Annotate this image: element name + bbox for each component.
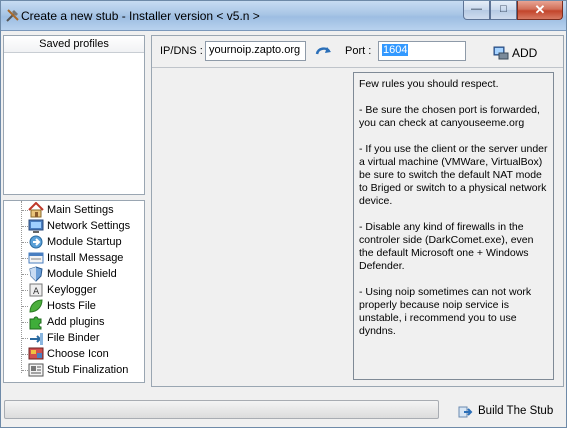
saved-profiles-list[interactable]: Saved profiles: [3, 35, 145, 195]
network-add-icon: [493, 46, 509, 60]
rules-paragraph: Few rules you should respect.: [359, 78, 499, 90]
minimize-button[interactable]: —: [463, 1, 490, 20]
nav-item-add-plugins[interactable]: Add plugins: [14, 314, 144, 330]
tools-icon: [6, 9, 19, 22]
nav-item-module-shield[interactable]: Module Shield: [14, 266, 144, 282]
keylogger-icon: A: [29, 283, 43, 297]
hosts-list-area[interactable]: [152, 69, 348, 386]
rules-paragraph: - Be sure the chosen port is forwarded, …: [359, 104, 540, 129]
minimize-icon: —: [471, 3, 482, 15]
nav-item-install-message[interactable]: Install Message: [14, 250, 144, 266]
title-bar[interactable]: Create a new stub - Installer version < …: [1, 1, 566, 31]
monitor-icon: [28, 219, 44, 233]
nav-item-hosts-file[interactable]: Hosts File: [14, 298, 144, 314]
nav-item-main-settings[interactable]: Main Settings: [14, 202, 144, 218]
saved-profiles-header: Saved profiles: [4, 36, 144, 53]
build-stub-label: Build The Stub: [478, 405, 554, 417]
leaf-icon: [29, 299, 43, 313]
nav-item-file-binder[interactable]: File Binder: [14, 330, 144, 346]
close-button[interactable]: ✕: [517, 1, 563, 20]
puzzle-icon: [29, 316, 42, 330]
close-icon: ✕: [534, 2, 546, 17]
shield-icon: [29, 266, 43, 282]
message-icon: [28, 252, 44, 264]
arrow-right-icon: [458, 406, 473, 418]
nav-item-keylogger[interactable]: A Keylogger: [14, 282, 144, 298]
rules-paragraph: - If you use the client or the server un…: [359, 143, 548, 207]
stub-builder-window: Create a new stub - Installer version < …: [0, 0, 567, 428]
nav-item-stub-finalization[interactable]: Stub Finalization: [14, 362, 144, 378]
nav-item-module-startup[interactable]: Module Startup: [14, 234, 144, 250]
port-input[interactable]: 1604: [378, 41, 466, 61]
rules-paragraph: - Using noip sometimes can not work prop…: [359, 286, 532, 337]
connection-toolbar: IP/DNS : yournoip.zapto.org Port : 1604 …: [152, 36, 563, 68]
rules-textbox: Few rules you should respect. - Be sure …: [353, 72, 554, 380]
binder-icon: [30, 333, 43, 345]
window-title: Create a new stub - Installer version < …: [21, 9, 260, 23]
refresh-icon[interactable]: [315, 44, 333, 60]
ip-dns-input[interactable]: yournoip.zapto.org: [205, 41, 306, 61]
svg-text:A: A: [33, 287, 40, 297]
build-progress-bar: [4, 400, 439, 419]
startup-icon: [29, 235, 43, 249]
ip-dns-label: IP/DNS :: [160, 45, 203, 57]
house-icon: [28, 202, 44, 218]
build-stub-button[interactable]: Build The Stub: [453, 401, 565, 423]
nav-item-network-settings[interactable]: Network Settings: [14, 218, 144, 234]
choose-icon-icon: [28, 347, 44, 360]
add-label: ADD: [512, 46, 538, 60]
add-button[interactable]: ADD: [488, 41, 554, 63]
settings-nav-tree: Main Settings Network Settings Module St…: [3, 200, 145, 383]
finalize-icon: [28, 363, 44, 377]
network-settings-panel: IP/DNS : yournoip.zapto.org Port : 1604 …: [151, 35, 564, 387]
maximize-button[interactable]: □: [490, 1, 517, 20]
rules-paragraph: - Disable any kind of firewalls in the c…: [359, 221, 534, 272]
nav-item-choose-icon[interactable]: Choose Icon: [14, 346, 144, 362]
port-label: Port :: [345, 45, 372, 57]
port-value: 1604: [382, 44, 409, 56]
maximize-icon: □: [500, 3, 507, 15]
